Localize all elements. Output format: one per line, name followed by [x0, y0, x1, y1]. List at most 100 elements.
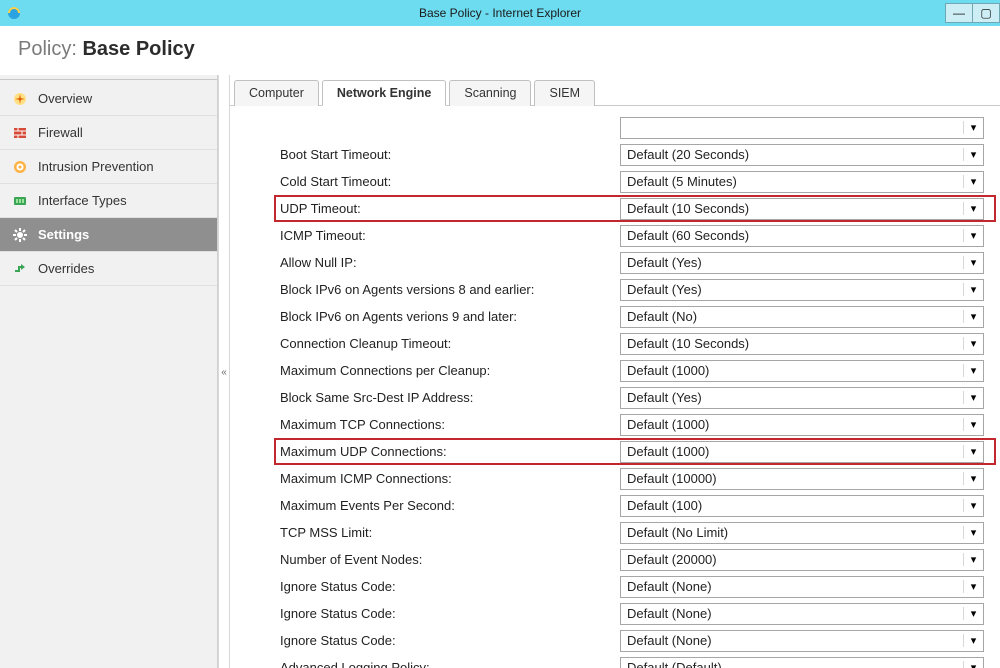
setting-value: Default (None)	[621, 579, 963, 594]
setting-value: Default (5 Minutes)	[621, 174, 963, 189]
setting-dropdown[interactable]: Default (Yes)▾	[620, 279, 984, 301]
setting-label: Maximum Events Per Second:	[274, 498, 620, 513]
setting-dropdown[interactable]: ▾	[620, 117, 984, 139]
setting-value: Default (20 Seconds)	[621, 147, 963, 162]
setting-value: Default (None)	[621, 606, 963, 621]
sidebar-item-label: Intrusion Prevention	[38, 159, 154, 174]
setting-dropdown[interactable]: Default (None)▾	[620, 630, 984, 652]
setting-row: Number of Event Nodes:Default (20000)▾	[274, 546, 996, 573]
setting-dropdown[interactable]: Default (1000)▾	[620, 441, 984, 463]
tab-scanning[interactable]: Scanning	[449, 80, 531, 106]
chevron-down-icon: ▾	[963, 283, 983, 296]
setting-dropdown[interactable]: Default (No)▾	[620, 306, 984, 328]
setting-label: Ignore Status Code:	[274, 606, 620, 621]
setting-dropdown[interactable]: Default (No Limit)▾	[620, 522, 984, 544]
setting-row: Ignore Status Code:Default (None)▾	[274, 627, 996, 654]
tab-computer[interactable]: Computer	[234, 80, 319, 106]
sidebar-item-overview[interactable]: Overview	[0, 82, 217, 116]
sidebar-item-interface-types[interactable]: Interface Types	[0, 184, 217, 218]
setting-dropdown[interactable]: Default (20000)▾	[620, 549, 984, 571]
setting-dropdown[interactable]: Default (10000)▾	[620, 468, 984, 490]
chevron-down-icon: ▾	[963, 364, 983, 377]
setting-value: Default (Yes)	[621, 282, 963, 297]
window-titlebar: Base Policy - Internet Explorer — ▢	[0, 0, 1000, 26]
setting-dropdown[interactable]: Default (None)▾	[620, 576, 984, 598]
chevron-down-icon: ▾	[963, 634, 983, 647]
chevron-down-icon: ▾	[963, 445, 983, 458]
settings-list: ▾Boot Start Timeout:Default (20 Seconds)…	[230, 106, 1000, 668]
setting-label: Number of Event Nodes:	[274, 552, 620, 567]
window-title: Base Policy - Internet Explorer	[419, 6, 581, 20]
setting-dropdown[interactable]: Default (Yes)▾	[620, 387, 984, 409]
setting-dropdown[interactable]: Default (1000)▾	[620, 414, 984, 436]
sidebar-item-settings[interactable]: Settings	[0, 218, 217, 252]
chevron-down-icon: ▾	[963, 175, 983, 188]
setting-dropdown[interactable]: Default (60 Seconds)▾	[620, 225, 984, 247]
setting-label: TCP MSS Limit:	[274, 525, 620, 540]
setting-value: Default (60 Seconds)	[621, 228, 963, 243]
chevron-down-icon: ▾	[963, 607, 983, 620]
setting-dropdown[interactable]: Default (10 Seconds)▾	[620, 198, 984, 220]
setting-label: Maximum UDP Connections:	[274, 444, 620, 459]
chevron-down-icon: ▾	[963, 121, 983, 134]
chevron-down-icon: ▾	[963, 391, 983, 404]
setting-label: Cold Start Timeout:	[274, 174, 620, 189]
setting-dropdown[interactable]: Default (100)▾	[620, 495, 984, 517]
setting-row: Block Same Src-Dest IP Address:Default (…	[274, 384, 996, 411]
main-panel: ComputerNetwork EngineScanningSIEM ▾Boot…	[230, 75, 1000, 668]
setting-dropdown[interactable]: Default (20 Seconds)▾	[620, 144, 984, 166]
setting-label: Block IPv6 on Agents verions 9 and later…	[274, 309, 620, 324]
setting-value: Default (100)	[621, 498, 963, 513]
chevron-down-icon: ▾	[963, 499, 983, 512]
setting-dropdown[interactable]: Default (5 Minutes)▾	[620, 171, 984, 193]
setting-value: Default (20000)	[621, 552, 963, 567]
setting-row: Ignore Status Code:Default (None)▾	[274, 573, 996, 600]
setting-label: Advanced Logging Policy:	[274, 660, 620, 668]
ips-icon	[12, 159, 28, 175]
setting-dropdown[interactable]: Default (1000)▾	[620, 360, 984, 382]
sidebar-item-firewall[interactable]: Firewall	[0, 116, 217, 150]
page-title-prefix: Policy:	[18, 38, 82, 60]
chevron-down-icon: ▾	[963, 661, 983, 668]
setting-label: Maximum TCP Connections:	[274, 417, 620, 432]
setting-value: Default (1000)	[621, 444, 963, 459]
minimize-button[interactable]: —	[945, 3, 973, 23]
maximize-button[interactable]: ▢	[972, 3, 1000, 23]
chevron-down-icon: ▾	[963, 148, 983, 161]
sidebar-collapse-handle[interactable]: «	[218, 75, 230, 668]
setting-dropdown[interactable]: Default (Default)▾	[620, 657, 984, 668]
tab-network-engine[interactable]: Network Engine	[322, 80, 446, 106]
chevron-down-icon: ▾	[963, 418, 983, 431]
chevron-down-icon: ▾	[963, 337, 983, 350]
sidebar-item-overrides[interactable]: Overrides	[0, 252, 217, 286]
setting-label: Allow Null IP:	[274, 255, 620, 270]
chevron-down-icon: ▾	[963, 526, 983, 539]
setting-label: Ignore Status Code:	[274, 579, 620, 594]
sidebar-item-label: Firewall	[38, 125, 83, 140]
sidebar-item-intrusion-prevention[interactable]: Intrusion Prevention	[0, 150, 217, 184]
chevron-down-icon: ▾	[963, 310, 983, 323]
setting-label: Maximum ICMP Connections:	[274, 471, 620, 486]
setting-row: Connection Cleanup Timeout:Default (10 S…	[274, 330, 996, 357]
setting-row: Cold Start Timeout:Default (5 Minutes)▾	[274, 168, 996, 195]
overview-icon	[12, 91, 28, 107]
setting-row: Ignore Status Code:Default (None)▾	[274, 600, 996, 627]
setting-dropdown[interactable]: Default (10 Seconds)▾	[620, 333, 984, 355]
chevron-down-icon: ▾	[963, 256, 983, 269]
setting-label: UDP Timeout:	[274, 201, 620, 216]
setting-dropdown[interactable]: Default (None)▾	[620, 603, 984, 625]
setting-label: Connection Cleanup Timeout:	[274, 336, 620, 351]
setting-row: Allow Null IP:Default (Yes)▾	[274, 249, 996, 276]
sidebar-item-label: Settings	[38, 227, 89, 242]
setting-label: Maximum Connections per Cleanup:	[274, 363, 620, 378]
setting-dropdown[interactable]: Default (Yes)▾	[620, 252, 984, 274]
setting-value: Default (Yes)	[621, 390, 963, 405]
firewall-icon	[12, 125, 28, 141]
setting-value: Default (Default)	[621, 660, 963, 668]
setting-row: Maximum TCP Connections:Default (1000)▾	[274, 411, 996, 438]
setting-label: Ignore Status Code:	[274, 633, 620, 648]
page-title-name: Base Policy	[82, 38, 194, 60]
chevron-down-icon: ▾	[963, 553, 983, 566]
tab-siem[interactable]: SIEM	[534, 80, 595, 106]
setting-value: Default (Yes)	[621, 255, 963, 270]
